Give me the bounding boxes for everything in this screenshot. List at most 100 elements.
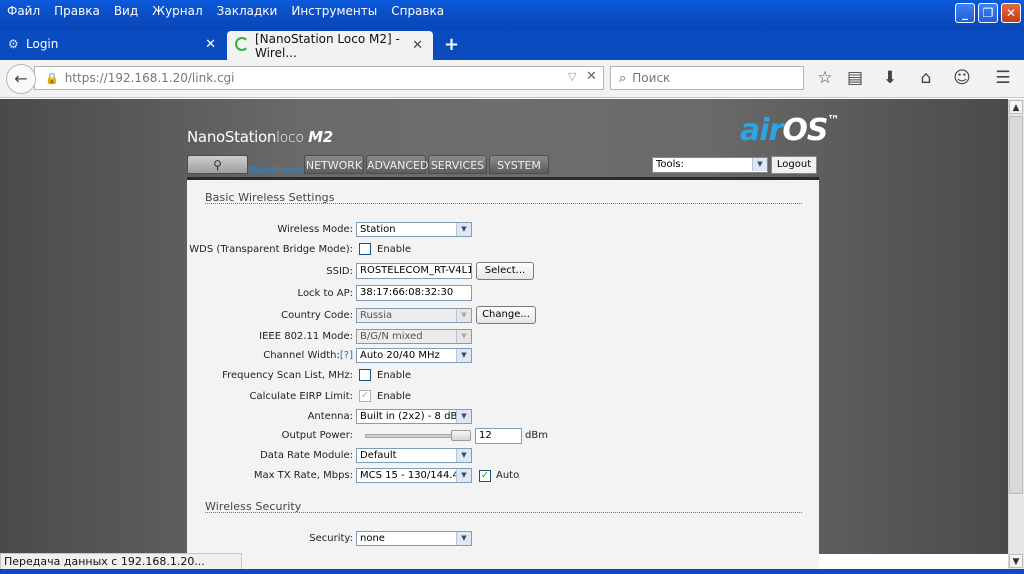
- channel-width-text: Channel Width:: [263, 350, 340, 361]
- tab-close-icon[interactable]: ✕: [205, 37, 216, 52]
- menu-history[interactable]: Журнал: [145, 0, 210, 22]
- label-freq-scan: Frequency Scan List, MHz:: [222, 370, 353, 381]
- ssid-input[interactable]: ROSTELECOM_RT-V4L1U: [356, 263, 472, 279]
- hamburger-menu-icon[interactable]: ☰: [991, 66, 1015, 90]
- freq-scan-check-label: Enable: [377, 370, 412, 381]
- chevron-down-icon: ▼: [456, 349, 471, 362]
- country-change-button[interactable]: Change...: [476, 306, 536, 324]
- security-select[interactable]: none ▼: [356, 531, 472, 546]
- label-wireless-mode: Wireless Mode:: [277, 224, 353, 235]
- url-text: https://192.168.1.20/link.cgi: [64, 71, 235, 85]
- new-tab-plus-icon[interactable]: +: [444, 34, 459, 55]
- country-select: Russia ▼: [356, 308, 472, 323]
- label-wds: WDS (Transparent Bridge Mode):: [189, 244, 353, 255]
- antenna-select[interactable]: Built in (2x2) - 8 dBi ▼: [356, 409, 472, 424]
- tab-login[interactable]: ⚙ Login ✕: [0, 30, 226, 58]
- tools-dropdown[interactable]: Tools: ▼: [652, 157, 768, 173]
- ubnt-favicon-icon: ⚙: [8, 37, 19, 51]
- wds-checkbox[interactable]: [359, 243, 371, 255]
- chevron-down-icon: ▼: [456, 410, 471, 423]
- freq-scan-checkbox[interactable]: [359, 369, 371, 381]
- tab-main-wireless[interactable]: ⚲: [187, 155, 248, 174]
- tab-close-icon[interactable]: ✕: [412, 38, 423, 53]
- home-icon[interactable]: ⌂: [914, 66, 938, 90]
- scroll-up-arrow-icon[interactable]: ▲: [1009, 100, 1023, 114]
- max-tx-auto-checkbox[interactable]: ✓: [479, 470, 491, 482]
- wireless-mode-select[interactable]: Station ▼: [356, 222, 472, 237]
- menu-bookmarks[interactable]: Закладки: [210, 0, 285, 22]
- eirp-check-label: Enable: [377, 391, 412, 402]
- ubnt-logo-icon: ⚲: [213, 158, 222, 172]
- slider-handle[interactable]: [451, 430, 471, 441]
- label-ieee-mode: IEEE 802.11 Mode:: [259, 331, 353, 342]
- select-value: B/G/N mixed: [360, 331, 423, 342]
- help-link[interactable]: [?]: [340, 350, 353, 361]
- section-divider: [205, 512, 802, 513]
- chevron-down-icon: ▼: [456, 223, 471, 236]
- close-window-button[interactable]: ✕: [1001, 3, 1021, 23]
- label-security: Security:: [309, 533, 353, 544]
- max-tx-auto-label: Auto: [496, 470, 520, 481]
- output-power-unit: dBm: [525, 430, 548, 441]
- menu-tools[interactable]: Инструменты: [284, 0, 384, 22]
- label-eirp: Calculate EIRP Limit:: [249, 391, 353, 402]
- tab-network[interactable]: NETWORK: [304, 155, 364, 174]
- label-max-tx: Max TX Rate, Mbps:: [253, 470, 353, 481]
- label-country: Country Code:: [281, 310, 353, 321]
- menu-file[interactable]: Файл: [0, 0, 47, 22]
- tab-services[interactable]: SERVICES: [428, 155, 487, 174]
- select-value: none: [360, 533, 385, 544]
- device-name: NanoStationloco M2: [187, 128, 333, 146]
- chevron-down-icon: ▼: [456, 330, 471, 343]
- select-value: Russia: [360, 310, 393, 321]
- select-value: Auto 20/40 MHz: [360, 350, 440, 361]
- chevron-down-icon: ▼: [456, 449, 471, 462]
- bookmark-star-icon[interactable]: ☆: [813, 66, 837, 90]
- menu-edit[interactable]: Правка: [47, 0, 107, 22]
- tools-value: Tools:: [656, 159, 685, 170]
- airos-logo: airOS™: [740, 113, 839, 148]
- output-power-input[interactable]: 12: [475, 428, 522, 444]
- ieee-mode-select: B/G/N mixed ▼: [356, 329, 472, 344]
- url-bar[interactable]: 🔒 https://192.168.1.20/link.cgi ▽ ✕: [34, 66, 604, 90]
- menu-help[interactable]: Справка: [384, 0, 451, 22]
- tab-advanced[interactable]: ADVANCED: [366, 155, 428, 174]
- label-data-rate: Data Rate Module:: [260, 450, 353, 461]
- chevron-down-icon: ▼: [456, 469, 471, 482]
- lock-ap-input[interactable]: 38:17:66:08:32:30: [356, 285, 472, 301]
- select-value: Built in (2x2) - 8 dBi: [360, 411, 461, 422]
- channel-width-select[interactable]: Auto 20/40 MHz ▼: [356, 348, 472, 363]
- search-input[interactable]: ⌕ Поиск: [610, 66, 804, 90]
- tab-system[interactable]: SYSTEM: [489, 155, 549, 174]
- wds-check-label: Enable: [377, 244, 412, 255]
- stop-icon[interactable]: ✕: [586, 69, 597, 84]
- tab-label: Login: [26, 37, 59, 51]
- minimize-button[interactable]: _: [955, 3, 975, 23]
- tab-label: [NanoStation Loco M2] - Wirel...: [255, 31, 400, 60]
- dropdown-arrow-icon[interactable]: ▽: [568, 70, 576, 83]
- section-divider: [205, 203, 802, 204]
- ssid-select-button[interactable]: Select...: [476, 262, 534, 280]
- menu-view[interactable]: Вид: [107, 0, 145, 22]
- smiley-icon[interactable]: ☺: [950, 66, 974, 90]
- scrollbar-thumb[interactable]: [1009, 116, 1023, 494]
- main-tab-label: MainWireless: [248, 166, 308, 176]
- maximize-button[interactable]: ❐: [978, 3, 998, 23]
- menu-bar: Файл Правка Вид Журнал Закладки Инструме…: [0, 0, 451, 22]
- eirp-checkbox: ✓: [359, 390, 371, 402]
- download-icon[interactable]: ⬇: [878, 66, 902, 90]
- reading-list-icon[interactable]: ▤: [843, 66, 867, 90]
- tab-nanostation[interactable]: [NanoStation Loco M2] - Wirel... ✕: [227, 31, 433, 60]
- select-value: Default: [360, 450, 397, 461]
- max-tx-select[interactable]: MCS 15 - 130/144.4 [2 ▼: [356, 468, 472, 483]
- taskbar-strip: [0, 569, 1024, 574]
- lock-icon: 🔒: [45, 71, 59, 85]
- search-placeholder: Поиск: [632, 71, 671, 85]
- back-button[interactable]: ←: [6, 64, 36, 94]
- search-icon: ⌕: [619, 70, 627, 86]
- scroll-down-arrow-icon[interactable]: ▼: [1009, 554, 1023, 568]
- label-channel-width: Channel Width:[?]: [173, 350, 353, 361]
- chevron-down-icon: ▼: [456, 309, 471, 322]
- data-rate-select[interactable]: Default ▼: [356, 448, 472, 463]
- logout-button[interactable]: Logout: [771, 156, 817, 174]
